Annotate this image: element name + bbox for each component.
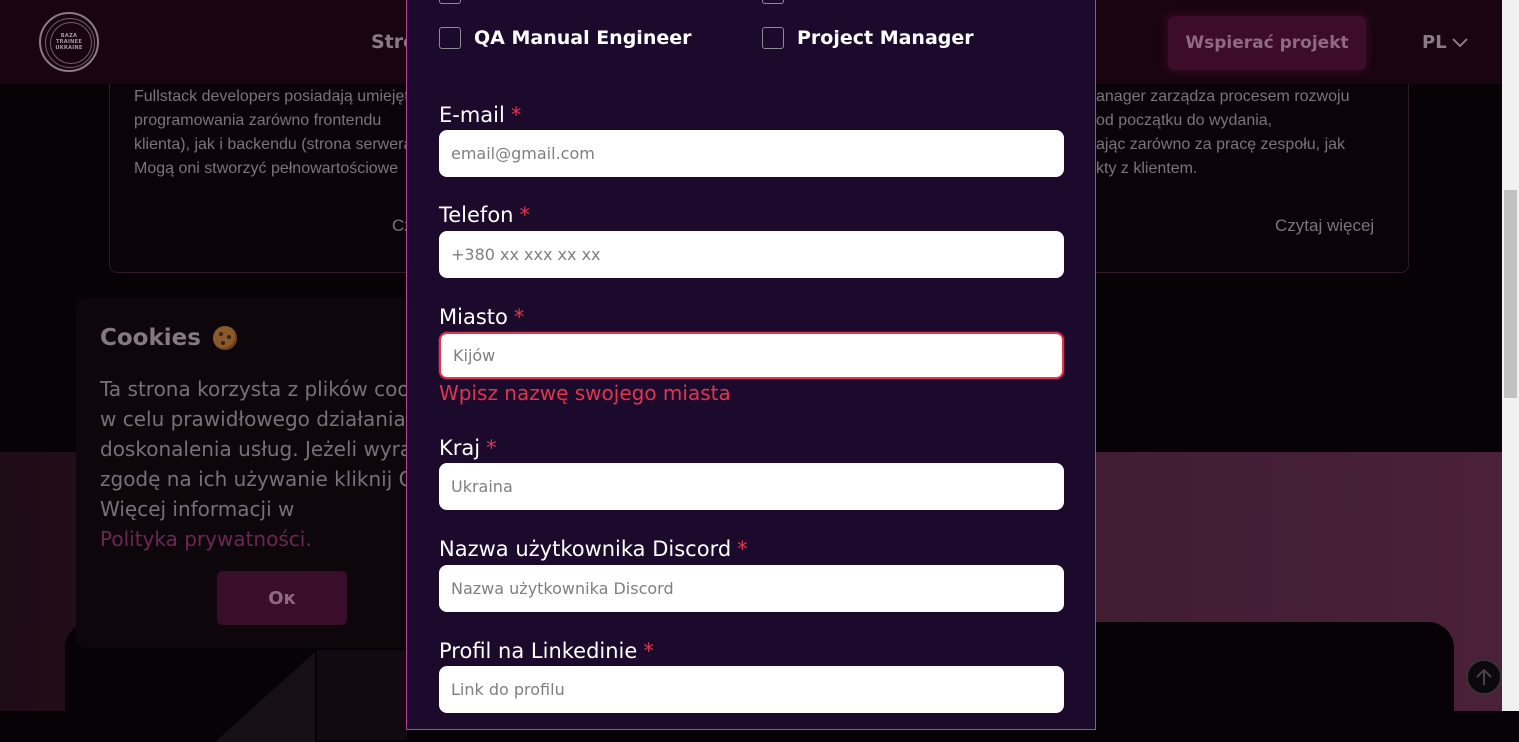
required-mark: * (643, 639, 654, 663)
cookies-title-text: Cookies (100, 325, 201, 351)
country-label-text: Kraj (439, 436, 481, 460)
discord-label-text: Nazwa użytkownika Discord (439, 537, 732, 561)
required-mark: * (486, 436, 497, 460)
country-label: Kraj * (439, 436, 497, 460)
linkedin-label-text: Profil na Linkedinie (439, 639, 638, 663)
decorative-block (317, 650, 407, 740)
decorative-shape (215, 652, 315, 742)
cookies-description: Ta strona korzysta z plików cookies w ce… (100, 377, 410, 521)
read-more-link-right[interactable]: Czytaj więcej (1275, 216, 1374, 236)
country-field[interactable] (439, 463, 1064, 510)
required-mark: * (513, 305, 525, 329)
cookie-icon (212, 326, 237, 350)
logo[interactable]: BAZA TRAINEE UKRAINE (39, 12, 99, 72)
checkbox-partial-2[interactable] (762, 0, 784, 4)
discord-username-field[interactable] (439, 565, 1064, 612)
role-option-label: Project Manager (797, 27, 974, 49)
role-option-project-manager[interactable]: Project Manager (762, 27, 974, 49)
linkedin-profile-field[interactable] (439, 666, 1064, 713)
city-label-text: Miasto (439, 305, 508, 329)
city-label: Miasto * (439, 305, 524, 329)
role-option-label: QA Manual Engineer (474, 27, 692, 49)
cookies-title: Cookies (100, 325, 237, 351)
city-error-message: Wpisz nazwę swojego miasta (439, 381, 731, 405)
email-label-text: E-mail (439, 103, 505, 127)
scrollbar-thumb[interactable] (1504, 190, 1517, 398)
pm-card-description: anager zarządza procesem rozwoju od pocz… (1096, 88, 1350, 177)
checkbox[interactable] (439, 27, 461, 49)
logo-line-3: UKRAINE (55, 45, 83, 51)
support-project-button[interactable]: Wspierać projekt (1168, 16, 1366, 70)
required-mark: * (519, 203, 530, 227)
arrow-up-icon (1476, 668, 1492, 685)
privacy-policy-link[interactable]: Polityka prywatności. (100, 524, 312, 554)
email-label: E-mail * (439, 103, 521, 127)
phone-label: Telefon * (439, 203, 530, 227)
checkbox-partial-1[interactable] (439, 0, 461, 4)
fullstack-card-description: Fullstack developers posiadają umiejętno… (134, 88, 414, 177)
phone-label-text: Telefon (439, 203, 514, 227)
page-scrollbar[interactable] (1502, 0, 1519, 711)
language-label: PL (1422, 32, 1447, 53)
city-field[interactable] (439, 332, 1064, 379)
scroll-to-top-button[interactable] (1466, 659, 1502, 695)
linkedin-label: Profil na Linkedinie * (439, 639, 654, 663)
language-selector[interactable]: PL (1422, 32, 1468, 53)
discord-label: Nazwa użytkownika Discord * (439, 537, 748, 561)
cookies-ok-button[interactable]: Ок (217, 571, 347, 625)
role-option-qa-manual[interactable]: QA Manual Engineer (439, 27, 692, 49)
required-mark: * (510, 103, 522, 127)
required-mark: * (737, 537, 748, 561)
chevron-down-icon (1451, 37, 1468, 47)
checkbox[interactable] (762, 27, 784, 49)
email-field[interactable] (439, 130, 1064, 177)
phone-field[interactable] (439, 231, 1064, 278)
